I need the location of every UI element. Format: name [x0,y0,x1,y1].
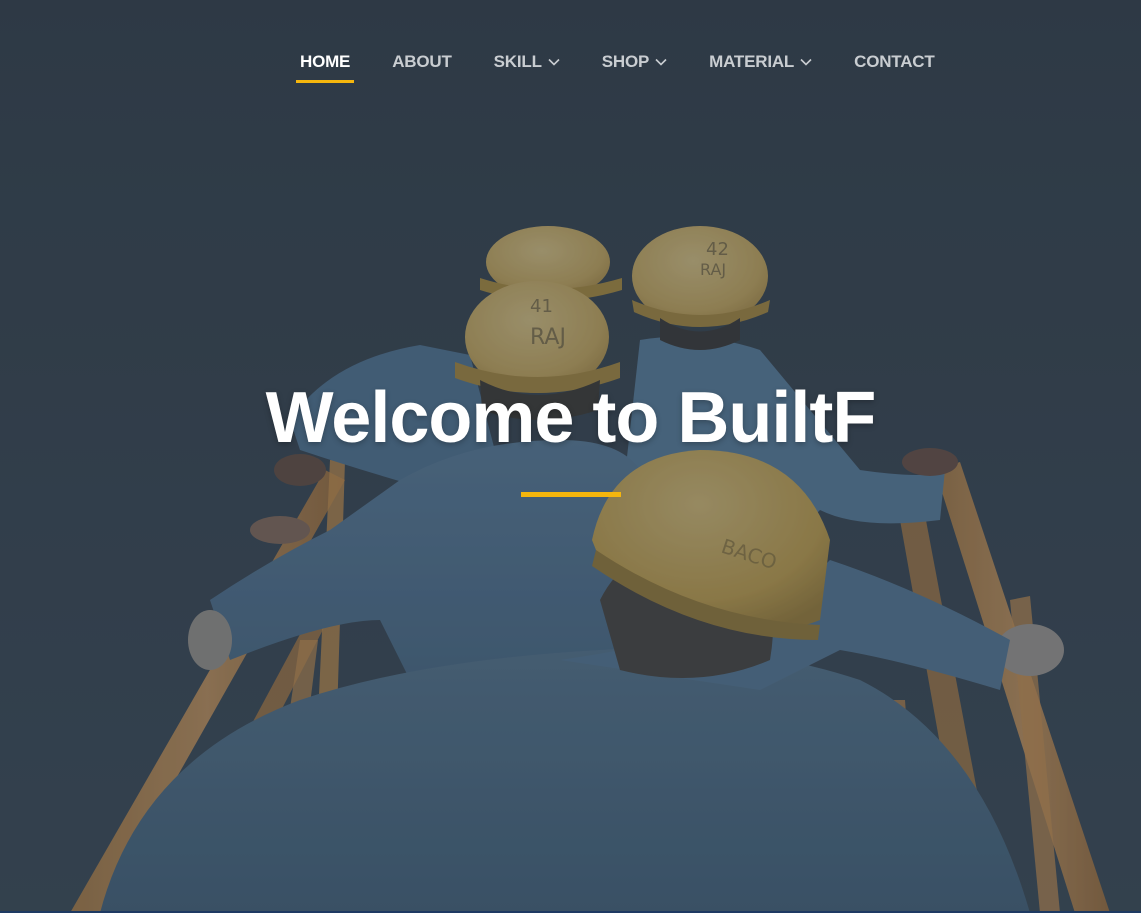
nav-item-label: SHOP [601,52,650,71]
chevron-down-icon [800,58,812,66]
nav-menu: HOME ABOUT SKILL SHOP MATERIAL CONTACT [296,51,935,83]
active-nav-underline [296,80,355,83]
nav-item-about[interactable]: ABOUT [392,51,452,73]
nav-item-shop[interactable]: SHOP [602,51,667,73]
nav-item-label: MATERIAL [709,52,795,71]
nav-item-home[interactable]: HOME [296,51,355,83]
chevron-down-icon [655,58,667,66]
nav-item-skill[interactable]: SKILL [494,51,560,73]
hero-title-divider [521,492,621,497]
chevron-down-icon [548,58,560,66]
nav-item-label: CONTACT [854,52,935,71]
hero-title: Welcome to BuiltF [265,378,877,458]
nav-item-contact[interactable]: CONTACT [854,51,935,73]
hero-section: 42 RAJ 41 RAJ BACO HOME ABOUT SKILL SHOP… [0,0,1141,913]
nav-item-label: SKILL [493,52,542,71]
nav-item-material[interactable]: MATERIAL [709,51,812,73]
nav-item-label: HOME [300,52,351,71]
main-navigation: HOME ABOUT SKILL SHOP MATERIAL CONTACT [0,0,1141,100]
nav-item-label: ABOUT [392,52,452,71]
